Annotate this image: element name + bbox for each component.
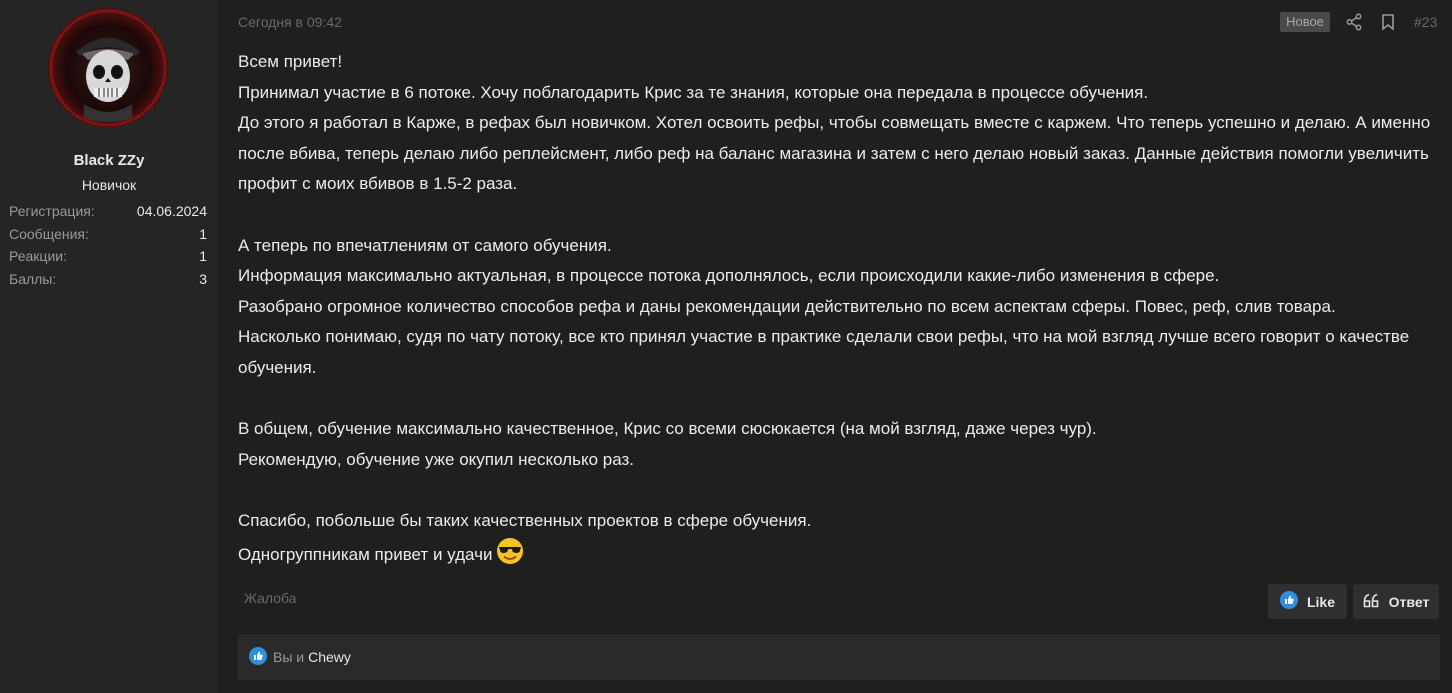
post-paragraph: До этого я работал в Карже, в рефах был …: [238, 113, 1431, 194]
post-paragraph: Спасибо, побольше бы таких качественных …: [238, 510, 812, 530]
post-last-line: Одногруппникам привет и удачи: [238, 537, 1443, 571]
post-paragraph: В общем, обучение максимально качественн…: [238, 419, 1097, 439]
reactions-you: Вы и: [273, 649, 305, 665]
bookmark-icon[interactable]: [1379, 13, 1397, 31]
user-sidebar: Black ZZy Новичок Регистрация: 04.06.202…: [0, 0, 218, 693]
post-paragraph: Информация максимально актуальная, в про…: [238, 266, 1220, 286]
post-paragraph: А теперь по впечатлениям от самого обуче…: [238, 235, 612, 255]
post-paragraph: Рекомендую, обучение уже окупил нескольк…: [238, 449, 635, 469]
reply-button[interactable]: Ответ: [1353, 584, 1439, 619]
sunglasses-emoji-icon: [496, 537, 524, 565]
stat-value: 1: [199, 248, 207, 265]
username[interactable]: Black ZZy: [0, 152, 218, 169]
post-last-line-text: Одногруппникам привет и удачи: [238, 544, 493, 564]
stat-registration: Регистрация: 04.06.2024: [9, 201, 207, 224]
stat-value: 3: [199, 271, 207, 288]
stat-reactions: Реакции: 1: [9, 246, 207, 269]
new-badge: Новое: [1280, 12, 1330, 32]
thumbs-up-icon: [249, 646, 267, 668]
stat-value: 04.06.2024: [136, 203, 207, 219]
stat-messages: Сообщения: 1: [9, 224, 207, 247]
stat-points: Баллы: 3: [9, 269, 207, 292]
post-body: Всем привет! Принимал участие в 6 потоке…: [238, 47, 1443, 570]
stat-label: Регистрация:: [9, 203, 95, 219]
post-paragraph: Всем привет!: [238, 52, 343, 71]
post-paragraph: Разобрано огромное количество способов р…: [238, 296, 1336, 316]
post-paragraph: Насколько понимаю, судя по чату потоку, …: [238, 327, 1410, 377]
reply-label: Ответ: [1388, 593, 1430, 610]
stat-label: Баллы:: [9, 271, 57, 288]
user-title: Новичок: [81, 177, 137, 193]
like-button[interactable]: Like: [1268, 584, 1347, 619]
share-icon[interactable]: [1345, 13, 1363, 31]
post-date[interactable]: Сегодня в 09:42: [238, 14, 342, 30]
stat-label: Реакции:: [9, 248, 67, 265]
thumbs-up-icon: [1279, 591, 1298, 612]
user-stats: Регистрация: 04.06.2024 Сообщения: 1 Реа…: [9, 201, 207, 292]
post-paragraph: Принимал участие в 6 потоке. Хочу поблаг…: [238, 82, 1149, 102]
reactions-bar[interactable]: Вы и Chewy: [238, 634, 1440, 680]
user-avatar[interactable]: [48, 8, 168, 128]
like-label: Like: [1306, 593, 1335, 610]
reactions-user-link[interactable]: Chewy: [308, 649, 351, 665]
quote-icon: [1363, 593, 1380, 611]
stat-value: 1: [199, 225, 207, 242]
post-number[interactable]: #23: [1414, 14, 1437, 30]
stat-label: Сообщения:: [9, 225, 89, 242]
complaint-link[interactable]: Жалоба: [244, 590, 296, 606]
